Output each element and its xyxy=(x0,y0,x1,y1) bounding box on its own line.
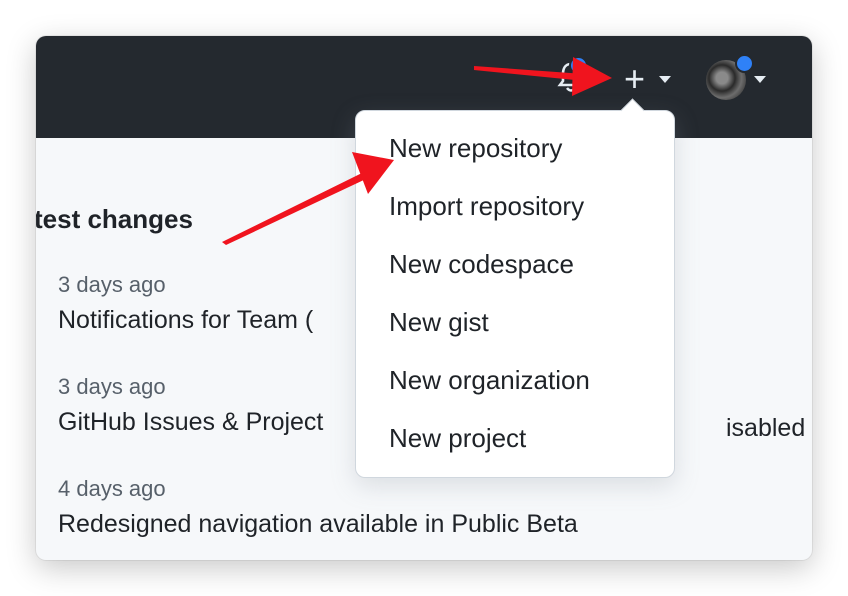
menu-item-new-gist[interactable]: New gist xyxy=(389,307,489,338)
change-time: 3 days ago xyxy=(58,374,166,399)
section-title: test changes xyxy=(36,204,193,234)
list-item[interactable]: 3 days ago GitHub Issues & Project xyxy=(58,374,323,437)
notification-dot xyxy=(569,56,588,75)
list-item[interactable]: 3 days ago Notifications for Team ( xyxy=(58,272,313,335)
change-time: 4 days ago xyxy=(58,476,166,501)
menu-item-import-repository[interactable]: Import repository xyxy=(389,191,584,222)
chevron-down-icon[interactable] xyxy=(659,76,671,83)
menu-item-new-organization[interactable]: New organization xyxy=(389,365,590,396)
change-title[interactable]: Redesigned navigation available in Publi… xyxy=(58,510,578,539)
change-title-tail-text: isabled xyxy=(726,414,806,442)
create-new-button[interactable]: + xyxy=(624,61,645,97)
change-time: 3 days ago xyxy=(58,272,166,297)
notifications-button[interactable] xyxy=(556,56,588,94)
change-title-tail: isabled xyxy=(726,406,805,443)
avatar-status-dot xyxy=(735,54,754,73)
menu-item-new-codespace[interactable]: New codespace xyxy=(389,249,574,280)
menu-item-new-repository[interactable]: New repository xyxy=(389,133,562,164)
create-new-dropdown: New repository Import repository New cod… xyxy=(355,110,675,478)
change-title[interactable]: GitHub Issues & Project xyxy=(58,408,323,437)
menu-item-new-project[interactable]: New project xyxy=(389,423,526,454)
avatar[interactable] xyxy=(706,54,754,100)
list-item[interactable]: 4 days ago Redesigned navigation availab… xyxy=(58,476,578,539)
change-title[interactable]: Notifications for Team ( xyxy=(58,306,313,335)
plus-icon: + xyxy=(624,58,646,99)
avatar-chevron-down-icon[interactable] xyxy=(754,76,766,83)
change-title-text: Notifications for Team ( xyxy=(58,306,314,334)
